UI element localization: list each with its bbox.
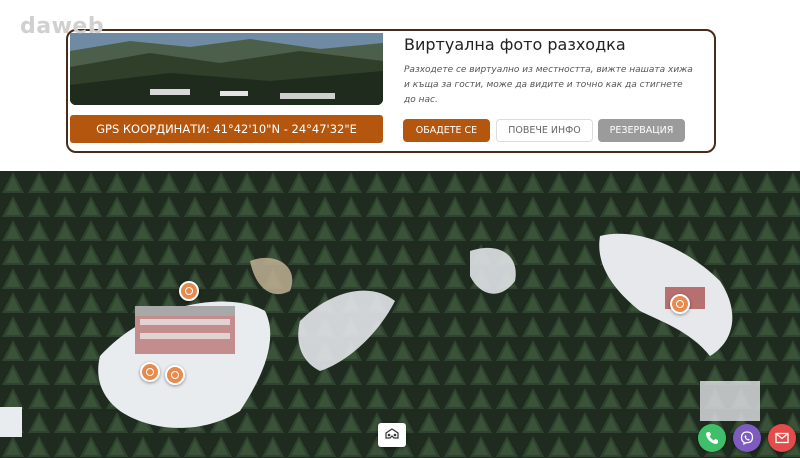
aerial-tour-view[interactable] [0,171,800,458]
brand-watermark: daweb [20,14,105,39]
hotspot-icon[interactable] [165,365,185,385]
card-title: Виртуална фото разходка [404,35,626,54]
call-button[interactable]: ОБАДЕТЕ СЕ [403,119,490,142]
virtual-tour-card: GPS КООРДИНАТИ: 41°42'10"N - 24°47'32"E … [66,29,716,153]
hotspot-icon[interactable] [179,281,199,301]
gps-coordinates-bar: GPS КООРДИНАТИ: 41°42'10"N - 24°47'32"E [70,115,383,143]
hotspot-icon[interactable] [140,362,160,382]
more-info-button[interactable]: ПОВЕЧЕ ИНФО [496,119,593,142]
vr-headset-icon[interactable] [378,423,406,447]
reservation-button[interactable]: РЕЗЕРВАЦИЯ [598,119,685,142]
card-description: Разходете се виртуално из местността, ви… [404,65,693,105]
phone-icon[interactable] [698,424,726,452]
landscape-thumbnail [70,33,383,105]
viber-icon[interactable] [733,424,761,452]
hotspot-icon[interactable] [670,294,690,314]
mail-icon[interactable] [768,424,796,452]
